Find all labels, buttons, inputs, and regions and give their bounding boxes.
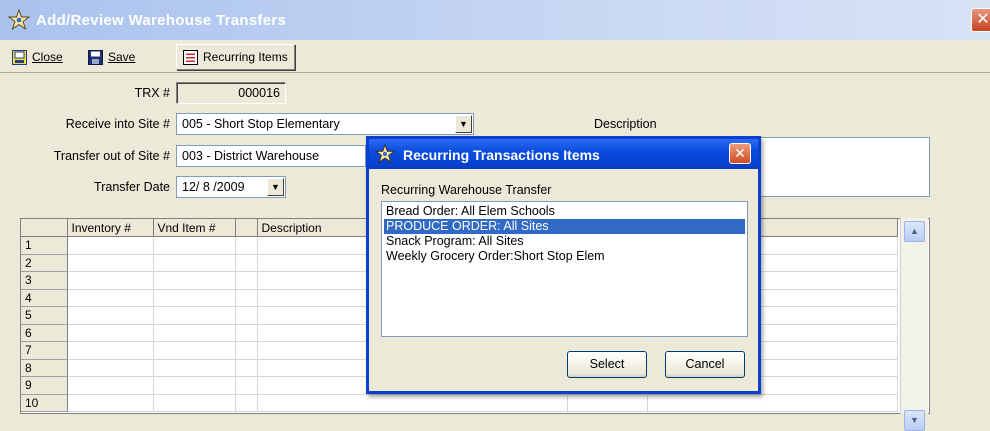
window-title: Add/Review Warehouse Transfers	[36, 12, 287, 29]
date-dropdown-icon[interactable]: ▼	[267, 178, 284, 196]
transfer-date-picker[interactable]: 12/ 8 /2009 ▼	[176, 176, 286, 198]
window-close-button[interactable]: ✕	[971, 8, 990, 32]
row-number: 5	[21, 306, 68, 325]
dialog-title: Recurring Transactions Items	[403, 147, 600, 163]
list-item[interactable]: Weekly Grocery Order:Short Stop Elem	[384, 249, 745, 264]
transfer-date-label: Transfer Date	[94, 180, 170, 194]
list-item[interactable]: Bread Order: All Elem Schools	[384, 204, 745, 219]
list-item-selected[interactable]: PRODUCE ORDER: All Sites	[384, 219, 745, 234]
recurring-items-label: Recurring Items	[203, 50, 288, 64]
close-button[interactable]: Close	[6, 44, 69, 70]
save-icon	[88, 49, 103, 65]
trx-number-field: 000016	[176, 82, 286, 104]
row-number: 4	[21, 289, 68, 307]
corner-header	[21, 219, 68, 237]
row-number: 6	[21, 324, 68, 342]
app-star-icon	[375, 144, 395, 164]
scroll-up-icon[interactable]: ▲	[904, 221, 925, 242]
app-star-icon	[8, 9, 30, 31]
save-label: Save	[108, 50, 136, 64]
column-inventory[interactable]: Inventory #	[67, 219, 154, 237]
receive-site-label: Receive into Site #	[65, 117, 170, 131]
toolbar: Close Save Recurring Items	[6, 44, 322, 70]
transfer-out-value: 003 - District Warehouse	[182, 149, 320, 163]
dropdown-arrow-icon[interactable]: ▼	[455, 115, 472, 133]
cancel-button[interactable]: Cancel	[665, 351, 745, 378]
close-icon	[12, 49, 27, 65]
recurring-items-button[interactable]: Recurring Items	[176, 44, 295, 70]
table-row[interactable]: 10	[21, 394, 898, 412]
list-item[interactable]: Snack Program: All Sites	[384, 234, 745, 249]
row-number: 9	[21, 376, 68, 395]
row-number: 1	[21, 236, 68, 255]
column-blank[interactable]	[235, 219, 258, 237]
row-number: 8	[21, 359, 68, 377]
row-number: 7	[21, 341, 68, 360]
trx-label: TRX #	[134, 86, 170, 100]
transfer-date-value: 12/ 8 /2009	[182, 180, 245, 194]
save-button[interactable]: Save	[82, 44, 141, 70]
recurring-items-icon	[183, 49, 198, 65]
receive-site-value: 005 - Short Stop Elementary	[182, 117, 340, 131]
select-button[interactable]: Select	[567, 351, 647, 378]
description-label: Description	[594, 117, 657, 131]
row-number: 3	[21, 271, 68, 290]
scroll-down-icon[interactable]: ▼	[904, 410, 925, 431]
recurring-transactions-dialog: Recurring Transactions Items ✕ Recurring…	[366, 136, 761, 394]
transfer-out-select[interactable]: 003 - District Warehouse	[176, 145, 366, 167]
toolbar-divider	[0, 72, 990, 73]
dialog-close-button[interactable]: ✕	[729, 143, 751, 164]
receive-site-select[interactable]: 005 - Short Stop Elementary ▼	[176, 113, 474, 135]
row-number: 2	[21, 254, 68, 272]
close-label: Close	[32, 50, 63, 64]
recurring-list-label: Recurring Warehouse Transfer	[381, 183, 552, 197]
grid-vertical-scrollbar[interactable]: ▲ ▼	[900, 218, 928, 431]
row-number: 10	[21, 394, 68, 412]
column-vnd-item[interactable]: Vnd Item #	[153, 219, 236, 237]
transfer-out-label: Transfer out of Site #	[53, 149, 170, 163]
recurring-transfer-listbox[interactable]: Bread Order: All Elem Schools PRODUCE OR…	[381, 201, 748, 337]
